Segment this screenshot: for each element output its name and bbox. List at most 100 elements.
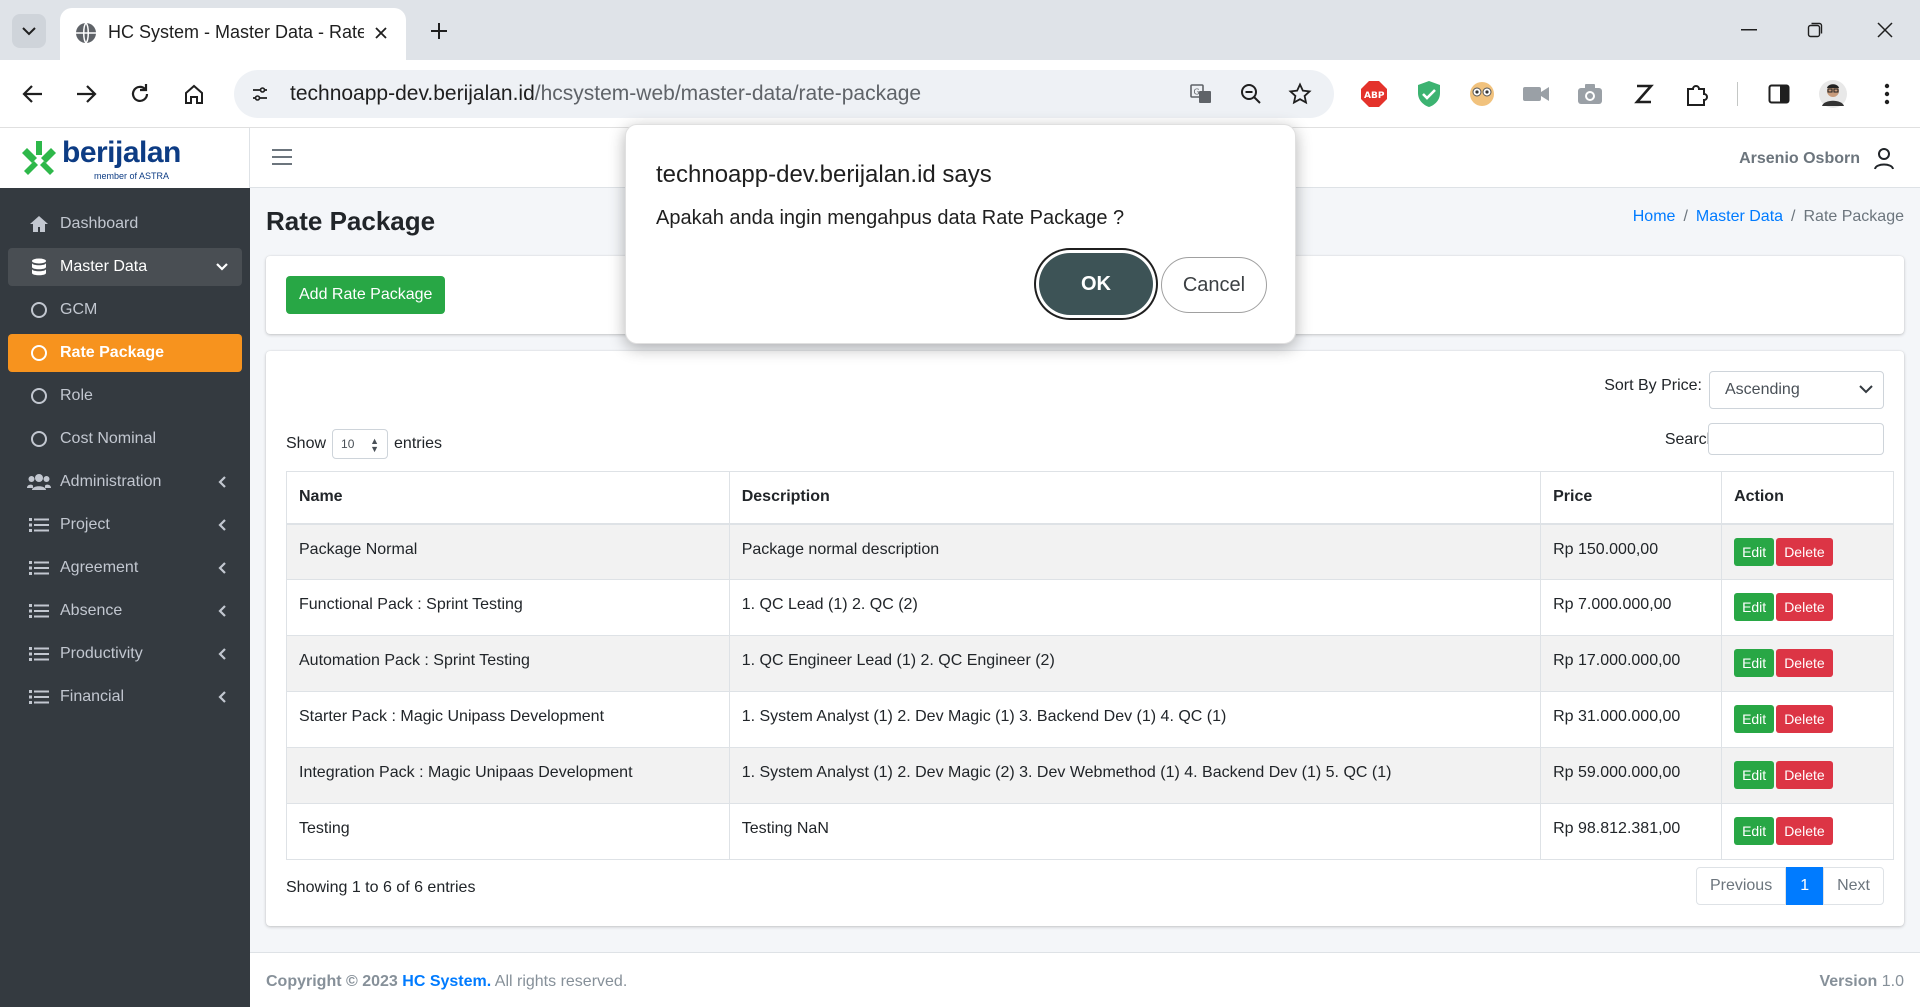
show-entries: Show 10 ▲ ▼ entries [286, 429, 442, 459]
puzzle-icon[interactable] [1682, 78, 1714, 110]
sidebar-item-role[interactable]: Role [8, 377, 242, 415]
tab-search-button[interactable] [12, 14, 46, 48]
database-icon [26, 257, 52, 277]
shield-icon[interactable] [1413, 78, 1445, 110]
entries-per-page-value: 10 [341, 437, 355, 451]
sidebar-item-cost-nominal[interactable]: Cost Nominal [8, 420, 242, 458]
brand-logo[interactable]: berijalan member of ASTRA [0, 128, 250, 188]
sidebar-item-label: Master Data [60, 258, 148, 275]
sidebar-item-dashboard[interactable]: Dashboard [8, 205, 242, 243]
copyright-rights: All rights reserved. [494, 973, 628, 990]
tab-title: HC System - Master Data - Rate Package [108, 22, 364, 42]
cell-action: Edit Delete [1721, 523, 1894, 580]
video-icon[interactable] [1520, 78, 1552, 110]
chevron-left-icon [212, 605, 232, 617]
delete-button[interactable]: Delete [1776, 537, 1833, 566]
eyes-icon[interactable] [1466, 78, 1498, 110]
pagination: Previous 1 Next [1695, 867, 1884, 905]
user-name[interactable]: Arsenio Osborn [1739, 150, 1860, 168]
sidebar: berijalan member of ASTRA Dashboard Mast… [0, 128, 250, 1007]
delete-button[interactable]: Delete [1776, 817, 1833, 845]
sidebar-item-financial[interactable]: Financial [8, 678, 242, 716]
list-icon [26, 515, 52, 535]
ok-button[interactable]: OK [1039, 253, 1153, 315]
sidebar-item-rate-package[interactable]: Rate Package [8, 334, 242, 372]
chevron-left-icon [212, 476, 232, 488]
sidebar-item-master-data[interactable]: Master Data [8, 248, 242, 286]
pagination-previous[interactable]: Previous [1695, 867, 1787, 905]
camera-icon[interactable] [1574, 78, 1606, 110]
footer-brand-link[interactable]: HC System. [402, 973, 491, 990]
sidebar-item-agreement[interactable]: Agreement [8, 549, 242, 587]
cell-description: Testing NaN [728, 803, 1542, 860]
kebab-menu-icon[interactable] [1871, 78, 1903, 110]
edit-button[interactable]: Edit [1734, 817, 1775, 845]
search-input[interactable] [1708, 423, 1884, 455]
edit-button[interactable]: Edit [1734, 593, 1775, 621]
cell-action: Edit Delete [1721, 635, 1894, 692]
translate-icon[interactable]: G [1187, 80, 1215, 108]
delete-button[interactable]: Delete [1776, 593, 1833, 621]
cancel-button[interactable]: Cancel [1161, 257, 1267, 313]
side-panel-icon[interactable] [1763, 78, 1795, 110]
column-header-name[interactable]: Name [286, 471, 730, 525]
sidebar-item-label: Financial [60, 688, 125, 705]
table-row: Functional Pack : Sprint Testing 1. QC L… [286, 579, 1894, 636]
delete-button[interactable]: Delete [1776, 705, 1833, 733]
edit-button[interactable]: Edit [1734, 537, 1775, 566]
cell-action: Edit Delete [1721, 803, 1894, 860]
sidebar-item-productivity[interactable]: Productivity [8, 635, 242, 673]
close-window-button[interactable] [1862, 14, 1908, 46]
site-info-icon[interactable] [246, 80, 274, 108]
breadcrumb-separator: / [1683, 208, 1688, 225]
sidebar-item-gcm[interactable]: GCM [8, 291, 242, 329]
circle-icon [26, 343, 52, 363]
breadcrumb: Home / Master Data / Rate Package [1633, 208, 1904, 226]
cell-name: Package Normal [286, 523, 730, 580]
zoom-icon[interactable] [1237, 80, 1265, 108]
minimize-button[interactable] [1726, 14, 1772, 46]
home-icon [26, 214, 52, 234]
column-header-price[interactable]: Price [1540, 471, 1723, 525]
profile-avatar[interactable] [1817, 78, 1849, 110]
pagination-next[interactable]: Next [1823, 867, 1884, 905]
sidebar-item-label: Productivity [60, 645, 143, 662]
forward-button[interactable] [70, 78, 102, 110]
sidebar-item-absence[interactable]: Absence [8, 592, 242, 630]
entries-per-page-select[interactable]: 10 ▲ ▼ [332, 429, 389, 459]
close-icon [1877, 22, 1893, 38]
sidebar-item-administration[interactable]: Administration [8, 463, 242, 501]
cell-action: Edit Delete [1721, 691, 1894, 748]
hamburger-icon[interactable] [272, 146, 292, 168]
chevron-down-icon [1859, 385, 1873, 394]
back-button[interactable] [17, 78, 49, 110]
close-icon[interactable] [370, 22, 392, 44]
breadcrumb-home[interactable]: Home [1633, 208, 1676, 226]
sort-by-price-select[interactable]: Ascending [1709, 371, 1884, 409]
add-rate-package-button[interactable]: Add Rate Package [286, 276, 446, 314]
home-button[interactable] [178, 78, 210, 110]
reload-button[interactable] [124, 78, 156, 110]
new-tab-button[interactable] [424, 16, 454, 46]
column-header-description[interactable]: Description [728, 471, 1542, 525]
cell-description: 1. QC Engineer Lead (1) 2. QC Engineer (… [728, 635, 1542, 692]
edit-button[interactable]: Edit [1734, 705, 1775, 733]
restore-button[interactable] [1792, 14, 1838, 46]
delete-button[interactable]: Delete [1776, 649, 1833, 677]
sidebar-item-project[interactable]: Project [8, 506, 242, 544]
pagination-page-1[interactable]: 1 [1786, 867, 1824, 905]
breadcrumb-master-data[interactable]: Master Data [1696, 208, 1783, 226]
star-icon[interactable] [1286, 80, 1314, 108]
sidebar-item-label: GCM [60, 301, 98, 318]
cell-description: 1. System Analyst (1) 2. Dev Magic (2) 3… [728, 747, 1542, 804]
edit-button[interactable]: Edit [1734, 761, 1775, 789]
chevron-down-icon [22, 27, 36, 36]
cell-action: Edit Delete [1721, 579, 1894, 636]
browser-tab[interactable]: HC System - Master Data - Rate Package [60, 8, 406, 60]
address-bar[interactable]: technoapp-dev.berijalan.id/hcsystem-web/… [234, 70, 1334, 118]
edit-button[interactable]: Edit [1734, 649, 1775, 677]
adblock-icon[interactable]: ABP [1358, 78, 1390, 110]
z-icon[interactable] [1628, 78, 1660, 110]
delete-button[interactable]: Delete [1776, 761, 1833, 789]
user-icon[interactable] [1872, 146, 1896, 170]
